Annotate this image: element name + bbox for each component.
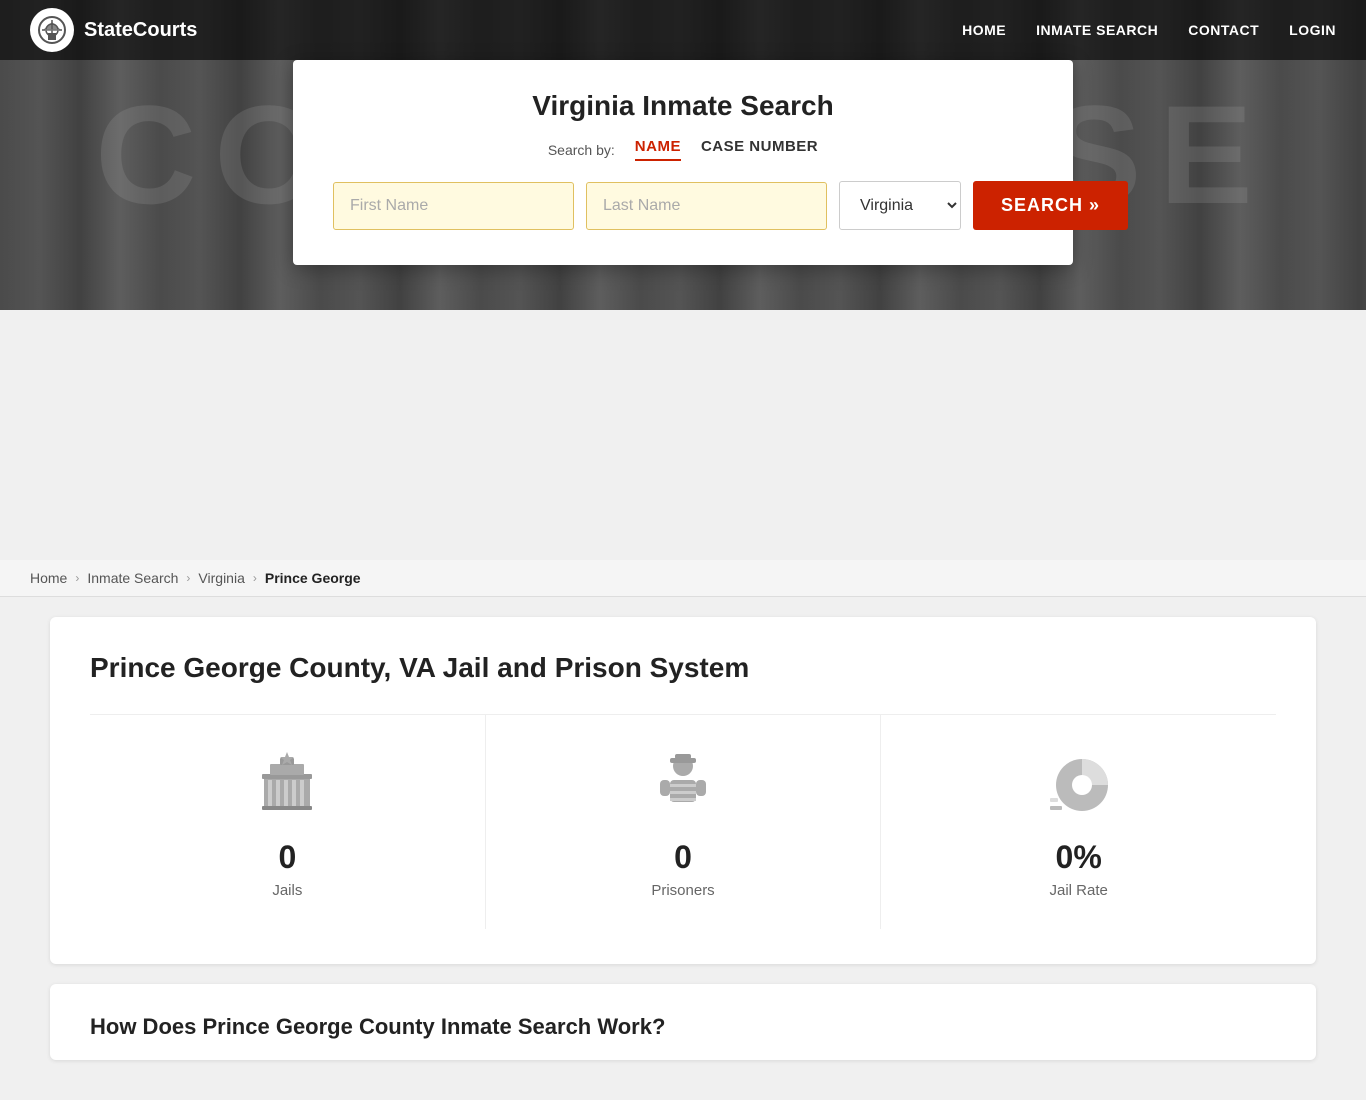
tab-name[interactable]: NAME (635, 138, 681, 161)
nav-links: HOME INMATE SEARCH CONTACT LOGIN (962, 22, 1336, 38)
breadcrumb-sep-3: › (253, 571, 257, 585)
stat-jails: 0 Jails (90, 715, 486, 929)
stat-jail-rate: 0% Jail Rate (881, 715, 1276, 929)
nav-contact[interactable]: CONTACT (1188, 22, 1259, 38)
jails-icon (247, 745, 327, 825)
search-card: Virginia Inmate Search Search by: NAME C… (293, 60, 1073, 265)
prisoners-label: Prisoners (651, 882, 714, 899)
search-button[interactable]: SEARCH » (973, 181, 1128, 230)
jails-label: Jails (272, 882, 302, 899)
jail-rate-icon (1039, 745, 1119, 825)
stats-row: 0 Jails (90, 714, 1276, 929)
header: COURTHOUSE StateCourts HOME INMATE SEARC… (0, 0, 1366, 310)
last-name-input[interactable] (586, 182, 827, 230)
breadcrumb-home[interactable]: Home (30, 570, 67, 586)
logo-icon (30, 8, 74, 52)
first-name-input[interactable] (333, 182, 574, 230)
jail-rate-label: Jail Rate (1050, 882, 1108, 899)
search-tabs: Search by: NAME CASE NUMBER (333, 138, 1033, 161)
search-fields: Virginia Alabama Alaska California Flori… (333, 181, 1033, 230)
second-card: How Does Prince George County Inmate Sea… (50, 984, 1316, 1060)
logo[interactable]: StateCourts (30, 8, 197, 52)
jails-count: 0 (278, 839, 296, 876)
breadcrumb-inmate-search[interactable]: Inmate Search (87, 570, 178, 586)
search-card-title: Virginia Inmate Search (333, 90, 1033, 122)
state-select[interactable]: Virginia Alabama Alaska California Flori… (839, 181, 961, 230)
breadcrumb-virginia[interactable]: Virginia (198, 570, 244, 586)
building-icon (38, 16, 66, 44)
prisoners-count: 0 (674, 839, 692, 876)
breadcrumb-current: Prince George (265, 570, 361, 586)
logo-text: StateCourts (84, 19, 197, 42)
stats-card: Prince George County, VA Jail and Prison… (50, 617, 1316, 964)
jail-rate-value: 0% (1056, 839, 1102, 876)
tab-case-number[interactable]: CASE NUMBER (701, 138, 818, 161)
nav-inmate-search[interactable]: INMATE SEARCH (1036, 22, 1158, 38)
nav-home[interactable]: HOME (962, 22, 1006, 38)
navigation: StateCourts HOME INMATE SEARCH CONTACT L… (0, 0, 1366, 60)
breadcrumb-sep-2: › (186, 571, 190, 585)
breadcrumb-sep-1: › (75, 571, 79, 585)
nav-login[interactable]: LOGIN (1289, 22, 1336, 38)
second-card-title: How Does Prince George County Inmate Sea… (90, 1014, 1276, 1040)
content-title: Prince George County, VA Jail and Prison… (90, 652, 1276, 684)
breadcrumb: Home › Inmate Search › Virginia › Prince… (0, 560, 1366, 597)
main-content: Prince George County, VA Jail and Prison… (0, 597, 1366, 1100)
search-by-label: Search by: (548, 142, 615, 158)
prisoners-icon (643, 745, 723, 825)
stat-prisoners: 0 Prisoners (486, 715, 882, 929)
